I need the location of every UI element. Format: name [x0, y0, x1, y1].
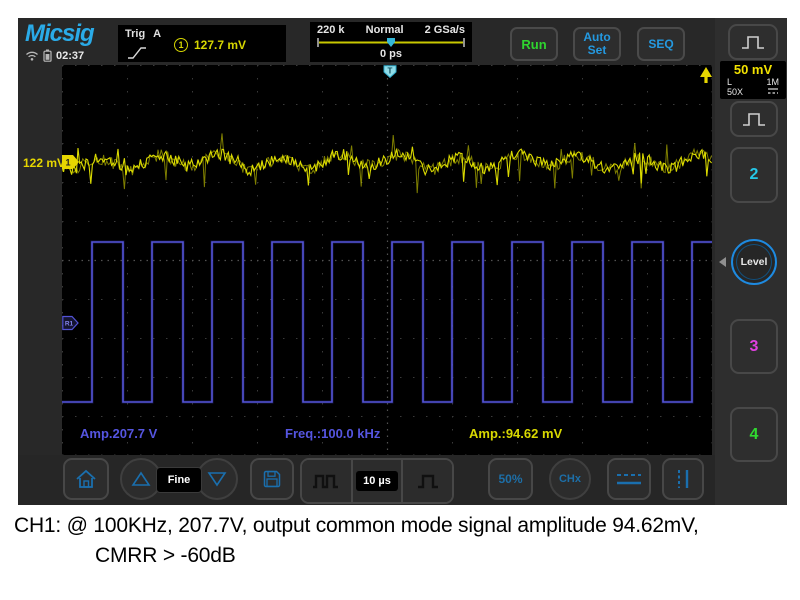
- waveform-display[interactable]: T 1 R1 Amp.207.7 V Freq.:10: [62, 65, 712, 455]
- ch1-offset-label: 122 mV: [23, 156, 65, 170]
- level-pointer-icon: [719, 257, 726, 267]
- acquisition-panel[interactable]: 220 k Normal 2 GSa/s 0 ps: [310, 22, 472, 62]
- measurement-ch1-amplitude: Amp.:94.62 mV: [469, 426, 562, 441]
- vertical-scale: 50 mV: [720, 62, 786, 77]
- horizontal-cursors-button[interactable]: [607, 458, 651, 500]
- vertical-cursors-button[interactable]: [662, 458, 704, 500]
- trigger-offset: 0 ps: [310, 48, 472, 60]
- triangle-down-icon: [206, 470, 228, 488]
- caption-line2: CMRR > -60dB: [95, 544, 699, 568]
- trigger-status-panel[interactable]: TrigA 1 127.7 mV: [118, 25, 286, 62]
- timebase-group: 10 µs: [300, 458, 454, 504]
- pulse-bottom-button[interactable]: [730, 101, 778, 137]
- channel4-button[interactable]: 4: [730, 407, 778, 462]
- memory-depth: 220 k: [317, 24, 345, 36]
- save-icon: [261, 468, 283, 490]
- auto-set-button[interactable]: Auto Set: [573, 27, 621, 61]
- pulse-icon: [740, 34, 766, 50]
- dc-coupling-icon: [767, 87, 779, 95]
- right-sidebar: 50 mV L 1M 50X 2 Level 3 4: [715, 18, 787, 505]
- oscilloscope-app: Micsig 02:37 TrigA 1 127.7 mV 220 k Norm…: [18, 18, 787, 505]
- single-pulse-icon: [416, 472, 440, 490]
- vertical-cursors-icon: [670, 467, 696, 491]
- trigger-level-value: 127.7 mV: [194, 38, 246, 52]
- battery-icon: [43, 49, 52, 62]
- acquisition-row: 220 k Normal 2 GSa/s: [310, 22, 472, 36]
- channel1-info-box[interactable]: 50 mV L 1M 50X: [720, 61, 786, 99]
- trigger-level-knob[interactable]: Level: [731, 239, 777, 285]
- horizontal-cursors-icon: [614, 468, 644, 490]
- fifty-percent-button[interactable]: 50%: [488, 458, 533, 500]
- wifi-icon: [25, 50, 39, 61]
- pulse-train-icon: [312, 472, 340, 490]
- home-button[interactable]: [63, 458, 109, 500]
- pulse-top-button[interactable]: [728, 24, 778, 60]
- coupling-label: L: [727, 77, 732, 87]
- pulse-icon: [741, 111, 767, 127]
- channel3-button[interactable]: 3: [730, 319, 778, 374]
- brand-logo: Micsig: [25, 20, 94, 48]
- fine-adjust-label[interactable]: Fine: [156, 467, 202, 493]
- channel-select-button[interactable]: CHx: [549, 458, 591, 500]
- run-button[interactable]: Run: [510, 27, 558, 61]
- bottom-toolbar: Fine 10 µs 50% CHx: [18, 455, 715, 505]
- figure-caption: CH1: @ 100KHz, 207.7V, output common mod…: [14, 514, 699, 568]
- rising-edge-icon: [127, 45, 147, 60]
- measurement-frequency: Freq.:100.0 kHz: [285, 426, 380, 441]
- pulse-train-button[interactable]: [302, 460, 351, 502]
- caption-line1: CH1: @ 100KHz, 207.7V, output common mod…: [14, 514, 699, 538]
- horizontal-position-slider[interactable]: [316, 37, 466, 48]
- page: Micsig 02:37 TrigA 1 127.7 mV 220 k Norm…: [0, 0, 800, 600]
- trigger-source-badge: 1: [174, 38, 188, 52]
- save-button[interactable]: [250, 458, 294, 500]
- probe-ratio-label: 50X: [727, 87, 743, 97]
- measurement-ref-amplitude: Amp.207.7 V: [80, 426, 157, 441]
- status-area: 02:37: [25, 49, 84, 62]
- acquire-mode: Normal: [366, 24, 404, 36]
- step-down-button[interactable]: [196, 458, 238, 500]
- timebase-button[interactable]: 10 µs: [351, 460, 402, 502]
- single-pulse-button[interactable]: [401, 460, 452, 502]
- trigger-label: TrigA: [125, 28, 161, 40]
- channel2-button[interactable]: 2: [730, 147, 778, 203]
- impedance-label: 1M: [766, 77, 779, 87]
- waveform-plot: [62, 65, 712, 455]
- timebase-value: 10 µs: [356, 471, 398, 491]
- sample-rate: 2 GSa/s: [425, 24, 465, 36]
- slider-thumb[interactable]: [387, 38, 395, 47]
- triangle-up-icon: [130, 470, 152, 488]
- clock: 02:37: [56, 50, 84, 62]
- auto-set-line2: Set: [588, 44, 607, 57]
- seq-button[interactable]: SEQ: [637, 27, 685, 61]
- home-icon: [74, 468, 98, 490]
